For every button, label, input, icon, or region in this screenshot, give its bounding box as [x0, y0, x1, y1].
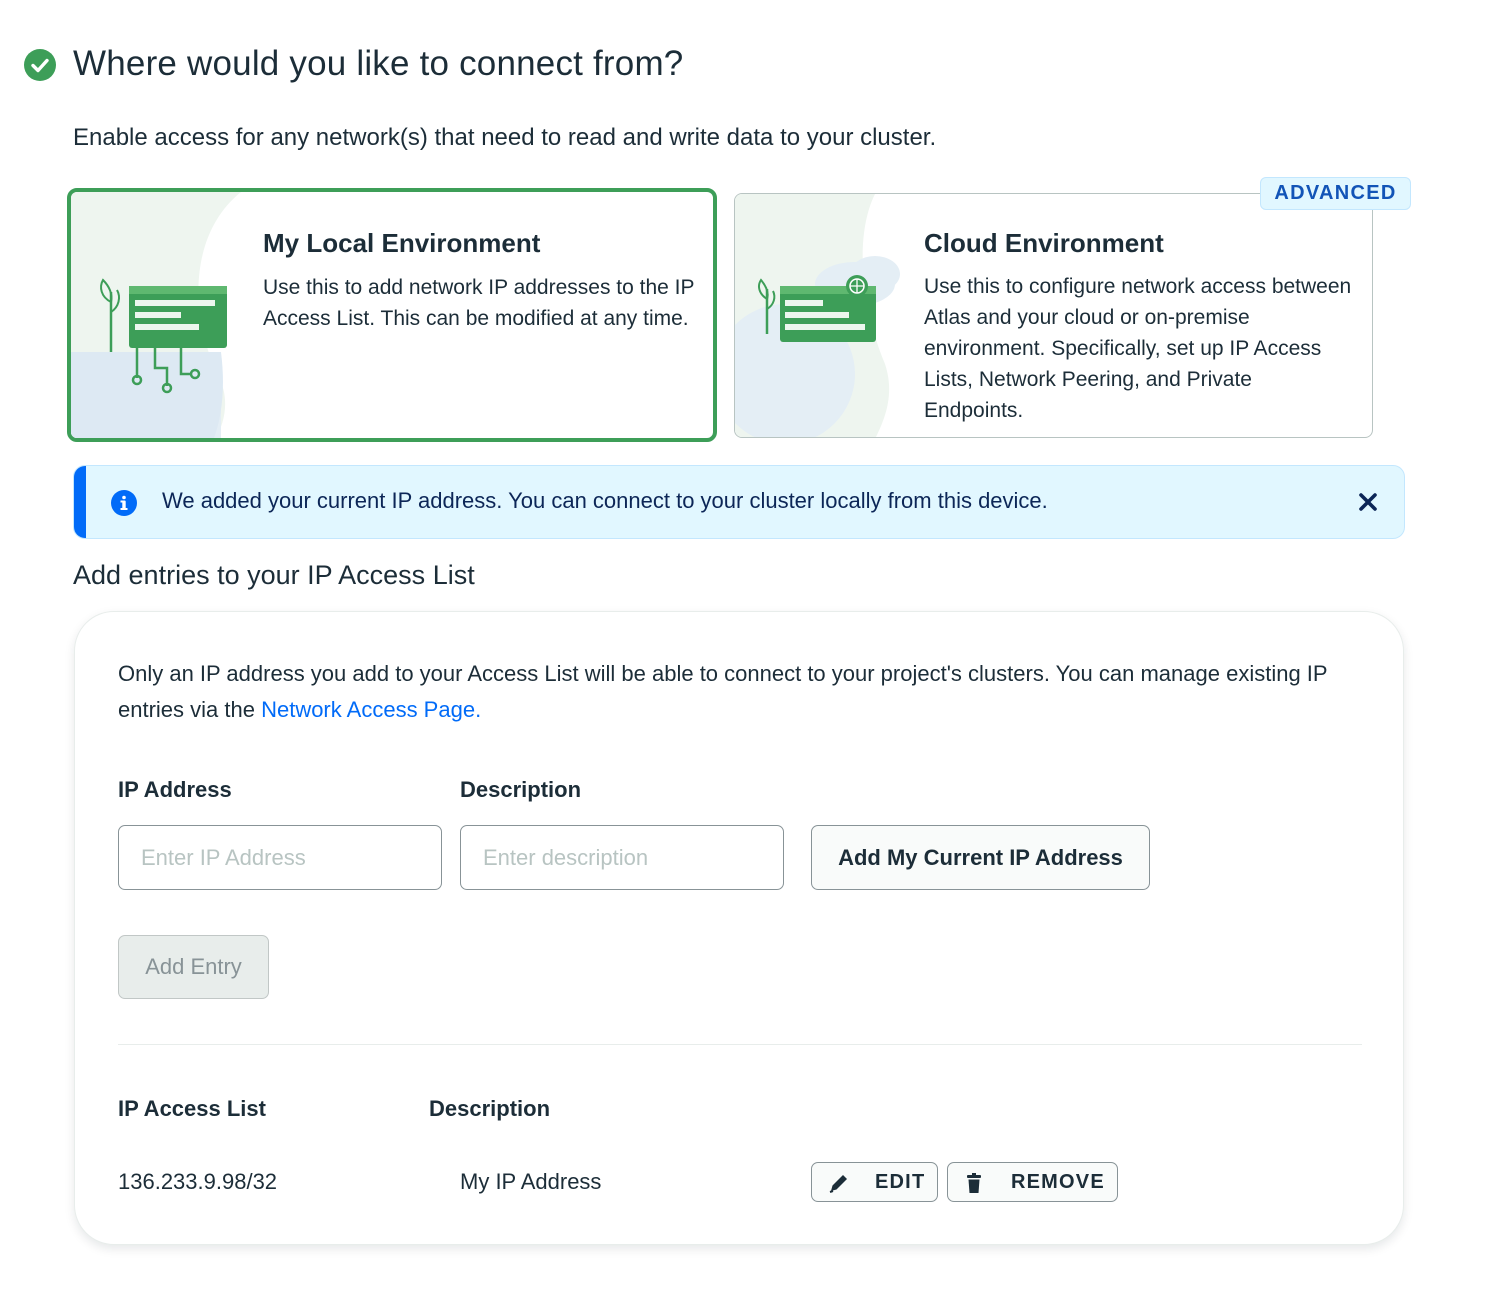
cloud-environment-title: Cloud Environment: [924, 228, 1164, 258]
row-ip-address: 136.233.9.98/32: [118, 1169, 278, 1194]
remove-button[interactable]: REMOVE: [947, 1162, 1118, 1202]
edit-button[interactable]: EDIT: [811, 1162, 938, 1202]
info-banner: We added your current IP address. You ca…: [73, 465, 1405, 539]
panel-intro: Only an IP address you add to your Acces…: [118, 656, 1368, 728]
divider: [118, 1044, 1362, 1045]
check-circle-icon: [24, 49, 56, 81]
ip-address-label: IP Address: [118, 777, 232, 802]
pencil-icon: [826, 1171, 852, 1201]
banner-accent-bar: [74, 466, 86, 538]
description-label: Description: [460, 777, 582, 802]
network-access-link[interactable]: Network Access Page.: [261, 697, 481, 722]
ip-address-input[interactable]: [118, 825, 442, 890]
trash-icon: [962, 1171, 988, 1201]
add-current-ip-button[interactable]: Add My Current IP Address: [811, 825, 1150, 890]
cloud-environment-card[interactable]: Cloud Environment Use this to configure …: [734, 193, 1373, 438]
add-entry-button[interactable]: Add Entry: [118, 935, 269, 999]
column-header-ip: IP Access List: [118, 1096, 266, 1121]
local-environment-description: Use this to add network IP addresses to …: [263, 276, 695, 330]
local-environment-illustration: [71, 192, 241, 438]
section-title: Add entries to your IP Access List: [73, 560, 475, 590]
banner-message: We added your current IP address. You ca…: [162, 488, 1048, 513]
cloud-environment-illustration: [735, 194, 900, 437]
local-environment-card[interactable]: My Local Environment Use this to add net…: [67, 188, 717, 442]
page-subtitle: Enable access for any network(s) that ne…: [73, 124, 937, 151]
row-description: My IP Address: [460, 1169, 602, 1194]
remove-label: REMOVE: [1011, 1171, 1105, 1193]
ip-access-panel: Only an IP address you add to your Acces…: [74, 611, 1404, 1245]
local-environment-title: My Local Environment: [263, 228, 541, 258]
description-input[interactable]: [460, 825, 784, 890]
cloud-environment-description: Use this to configure network access bet…: [924, 275, 1352, 422]
close-icon[interactable]: [1357, 491, 1379, 513]
column-header-description: Description: [429, 1096, 551, 1121]
info-icon: [111, 490, 137, 516]
advanced-badge: ADVANCED: [1260, 177, 1411, 210]
edit-label: EDIT: [875, 1171, 926, 1193]
page-title: Where would you like to connect from?: [73, 44, 684, 83]
